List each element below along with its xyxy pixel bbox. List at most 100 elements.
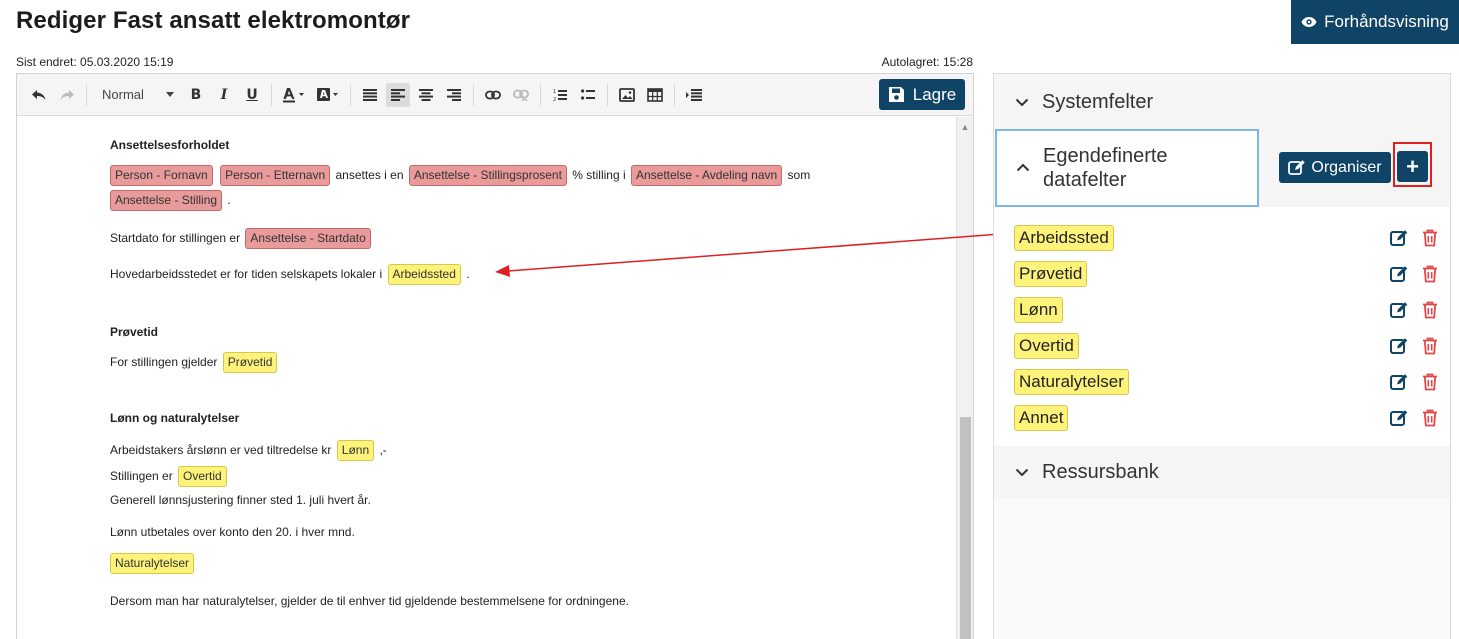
paragraph-text: . xyxy=(466,267,470,281)
section-resource-bank[interactable]: Ressursbank xyxy=(994,446,1450,498)
align-right-icon xyxy=(447,88,461,101)
field-tag[interactable]: Ansettelse - Stillingsprosent xyxy=(408,165,567,186)
autosaved-status: Autolagret: 15:28 xyxy=(881,55,973,69)
field-tag-arbeidssted[interactable]: Arbeidssted xyxy=(387,264,461,285)
paragraph: Lønn utbetales over konto den 20. i hver… xyxy=(110,525,355,539)
field-label[interactable]: Prøvetid xyxy=(1014,261,1088,287)
field-label[interactable]: Annet xyxy=(1014,405,1069,431)
scroll-thumb[interactable] xyxy=(960,417,971,639)
save-button[interactable]: Lagre xyxy=(879,79,965,110)
remove-link-button[interactable] xyxy=(509,83,533,107)
paragraph: Arbeidstakers årslønn er ved tiltredelse… xyxy=(110,440,387,461)
field-tag[interactable]: Prøvetid xyxy=(222,352,278,373)
paragraph-text: For stillingen gjelder xyxy=(110,355,218,369)
paragraph-style-select[interactable]: Normal xyxy=(96,83,178,107)
edit-icon[interactable] xyxy=(1390,337,1408,355)
toolbar-divider xyxy=(540,83,541,106)
document-body[interactable]: Ansettelsesforholdet Person - Fornavn Pe… xyxy=(17,117,957,639)
trash-icon[interactable] xyxy=(1422,373,1438,391)
underline-button[interactable]: U xyxy=(240,83,264,107)
italic-button[interactable]: I xyxy=(212,83,236,107)
align-left-icon xyxy=(391,88,405,101)
trash-icon[interactable] xyxy=(1422,301,1438,319)
section-title: Egendefinerte datafelter xyxy=(1043,144,1168,192)
undo-icon[interactable] xyxy=(27,83,51,107)
insert-image-button[interactable] xyxy=(615,83,639,107)
field-tag[interactable]: Ansettelse - Startdato xyxy=(245,228,371,249)
justify-button[interactable] xyxy=(358,83,382,107)
background-color-button[interactable] xyxy=(313,83,343,107)
paragraph: Person - Fornavn Person - Etternavn anse… xyxy=(110,165,810,186)
caret-down-icon xyxy=(166,92,174,97)
trash-icon[interactable] xyxy=(1422,337,1438,355)
editor-scrollbar[interactable]: ▲ xyxy=(956,117,973,639)
section-title: Systemfelter xyxy=(1042,90,1154,113)
paragraph-text: Stillingen er xyxy=(110,469,173,483)
indent-button[interactable] xyxy=(682,83,706,107)
align-left-button[interactable] xyxy=(386,82,410,107)
field-label[interactable]: Naturalytelser xyxy=(1014,369,1129,395)
align-right-button[interactable] xyxy=(442,83,466,107)
field-tag[interactable]: Person - Etternavn xyxy=(220,165,331,186)
field-tag[interactable]: Lønn xyxy=(336,440,375,461)
preview-label: Forhåndsvisning xyxy=(1324,12,1449,31)
save-icon xyxy=(888,87,904,102)
insert-table-button[interactable] xyxy=(643,83,667,107)
section-heading: Ansettelsesforholdet xyxy=(110,138,230,152)
field-tag[interactable]: Overtid xyxy=(178,466,227,487)
indent-icon xyxy=(686,88,702,101)
paragraph: Startdato for stillingen er Ansettelse -… xyxy=(110,228,373,249)
align-center-button[interactable] xyxy=(414,83,438,107)
edit-icon[interactable] xyxy=(1390,265,1408,283)
field-tag[interactable]: Ansettelse - Avdeling navn xyxy=(630,165,783,186)
field-tag[interactable]: Naturalytelser xyxy=(110,553,195,574)
list-item: Naturalytelser xyxy=(1014,369,1439,397)
section-title-line: datafelter xyxy=(1043,169,1127,191)
numbered-list-button[interactable]: 12 xyxy=(548,83,572,107)
field-label[interactable]: Arbeidssted xyxy=(1014,225,1114,251)
paragraph: Naturalytelser xyxy=(110,553,196,574)
field-label[interactable]: Overtid xyxy=(1014,333,1079,359)
list-item: Lønn xyxy=(1014,297,1439,325)
preview-button[interactable]: Forhåndsvisning xyxy=(1291,0,1459,44)
edit-icon[interactable] xyxy=(1390,229,1408,247)
eye-icon xyxy=(1301,17,1317,27)
fields-panel: Systemfelter Egendefinerte datafelter Or… xyxy=(993,73,1451,639)
add-field-button[interactable]: + xyxy=(1397,151,1428,182)
field-tag[interactable]: Ansettelse - Stilling xyxy=(110,190,223,211)
field-label[interactable]: Lønn xyxy=(1014,297,1063,323)
align-justify-icon xyxy=(363,88,377,101)
bold-button[interactable]: B xyxy=(184,83,208,107)
edit-icon[interactable] xyxy=(1390,409,1408,427)
paragraph: Generell lønnsjustering finner sted 1. j… xyxy=(110,493,371,507)
section-system-fields[interactable]: Systemfelter xyxy=(994,74,1450,130)
svg-text:1: 1 xyxy=(553,89,556,95)
unordered-list-icon xyxy=(581,88,595,100)
font-color-button[interactable] xyxy=(279,83,309,107)
list-item: Overtid xyxy=(1014,333,1439,361)
font-color-icon xyxy=(283,87,304,102)
editor-toolbar: Normal B I U 1 2 Lagre xyxy=(17,74,973,116)
redo-icon[interactable] xyxy=(55,83,79,107)
paragraph: For stillingen gjelder Prøvetid xyxy=(110,352,279,373)
scroll-up-icon[interactable]: ▲ xyxy=(957,121,973,133)
edit-icon[interactable] xyxy=(1390,373,1408,391)
paragraph: Dersom man har naturalytelser, gjelder d… xyxy=(110,594,629,608)
edit-icon[interactable] xyxy=(1390,301,1408,319)
trash-icon[interactable] xyxy=(1422,265,1438,283)
svg-text:2: 2 xyxy=(553,97,556,102)
trash-icon[interactable] xyxy=(1422,409,1438,427)
field-tag[interactable]: Person - Fornavn xyxy=(110,165,213,186)
background-color-icon xyxy=(317,87,338,101)
ordered-list-icon: 12 xyxy=(553,89,567,102)
trash-icon[interactable] xyxy=(1422,229,1438,247)
paragraph-text: Arbeidstakers årslønn er ved tiltredelse… xyxy=(110,443,332,457)
section-heading: Prøvetid xyxy=(110,325,159,339)
bullet-list-button[interactable] xyxy=(576,83,600,107)
organise-button[interactable]: Organiser xyxy=(1279,152,1391,183)
insert-link-button[interactable] xyxy=(481,83,505,107)
section-custom-fields[interactable]: Egendefinerte datafelter xyxy=(995,129,1259,207)
paragraph: Stillingen er Overtid xyxy=(110,466,229,487)
chevron-down-icon xyxy=(1015,468,1029,477)
list-item: Arbeidssted xyxy=(1014,225,1439,253)
